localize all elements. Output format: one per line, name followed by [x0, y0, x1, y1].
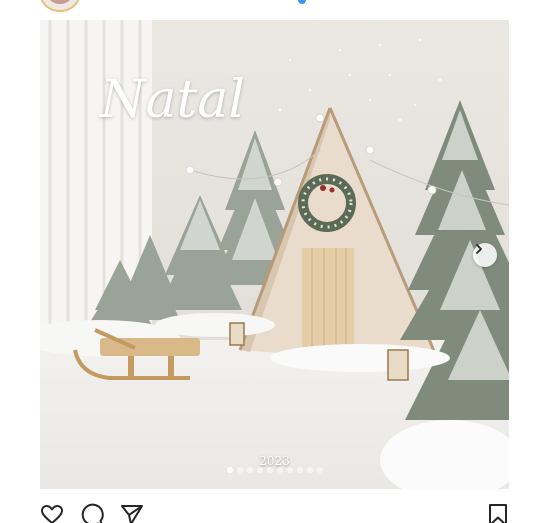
carousel-dot — [306, 467, 313, 473]
heart-icon — [41, 505, 63, 523]
carousel-dot — [266, 467, 273, 473]
avatar[interactable] — [40, 0, 80, 12]
image-year-text: 2023 — [259, 454, 290, 468]
carousel-dot — [236, 467, 243, 473]
carousel-dot — [296, 467, 303, 473]
bookmark-icon — [489, 504, 507, 523]
post-header — [0, 0, 543, 18]
next-slide-button[interactable] — [473, 243, 497, 267]
carousel-dot — [226, 467, 233, 473]
carousel-dot — [256, 467, 263, 473]
carousel-dot — [316, 467, 323, 473]
comment-button[interactable] — [80, 503, 104, 523]
carousel-dot — [276, 467, 283, 473]
carousel-dot — [286, 467, 293, 473]
post-image[interactable]: Natal 2023 — [40, 20, 509, 489]
chevron-right-icon — [476, 244, 482, 254]
like-button[interactable] — [40, 503, 64, 523]
send-icon — [121, 505, 143, 523]
carousel-indicator — [40, 467, 509, 473]
share-button[interactable] — [120, 503, 144, 523]
comment-icon — [81, 503, 104, 523]
post-action-bar — [0, 500, 543, 523]
carousel-dot — [246, 467, 253, 473]
image-title-text: Natal — [100, 70, 246, 130]
save-button[interactable] — [486, 503, 510, 523]
verified-badge-icon — [298, 0, 306, 4]
